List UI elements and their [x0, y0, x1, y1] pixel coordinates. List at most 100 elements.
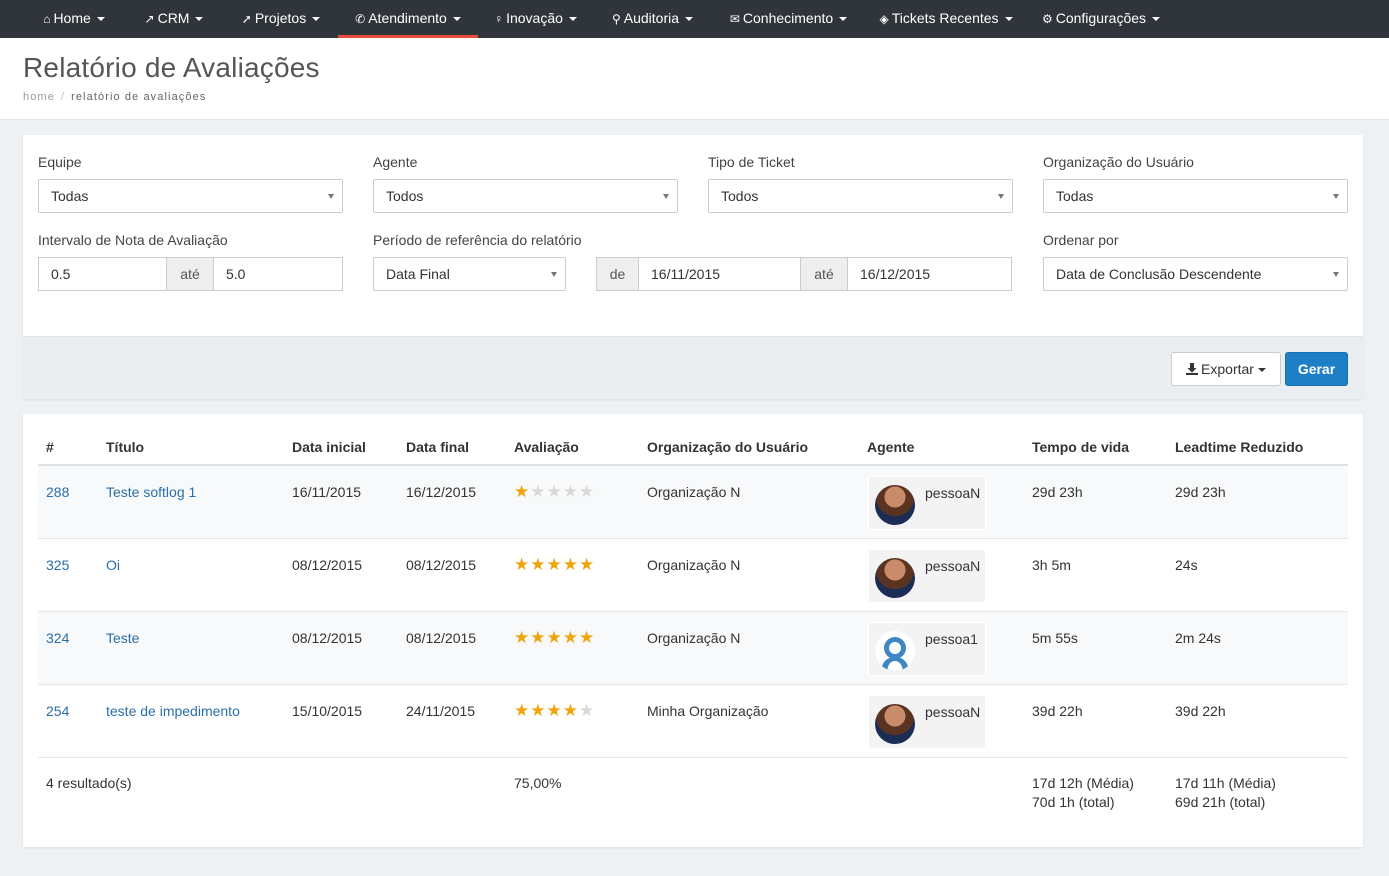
star-icon: ★	[530, 701, 547, 720]
star-icon: ★	[579, 628, 596, 647]
nav-item-tickets-recentes[interactable]: ◈ Tickets Recentes	[874, 0, 1018, 38]
summary-leadtime-total: 69d 21h (total)	[1175, 794, 1266, 810]
comments-icon: ✉	[729, 12, 740, 26]
column-header-data-inicial[interactable]: Data inicial	[292, 439, 366, 455]
agent-name: pessoaN	[925, 485, 981, 501]
ticket-title-link[interactable]: Teste softlog 1	[106, 484, 196, 500]
data-ate-input[interactable]: 16/12/2015	[847, 257, 1012, 291]
nota-max-input[interactable]: 5.0	[213, 257, 343, 291]
default-user-icon	[875, 631, 915, 671]
end-date: 16/12/2015	[406, 484, 477, 500]
agent-name: pessoaN	[925, 704, 981, 720]
summary-lifetime-avg: 17d 12h (Média)	[1032, 775, 1134, 791]
nav-item-conhecimento[interactable]: ✉ Conhecimento	[722, 0, 855, 38]
ordenar-select[interactable]: Data de Conclusão Descendente	[1043, 257, 1348, 291]
rating-stars: ★★★★★	[514, 555, 595, 574]
nav-item-label: CRM	[157, 10, 190, 26]
search-icon: ⚲	[611, 12, 621, 26]
equipe-select[interactable]: Todas	[38, 179, 343, 213]
tipo-ticket-select-value: Todos	[721, 188, 759, 204]
nav-item-label: Atendimento	[368, 10, 447, 26]
caret-down-icon	[685, 17, 694, 22]
nav-item-projetos[interactable]: ➚ Projetos	[232, 0, 330, 38]
star-icon: ★	[562, 555, 579, 574]
caret-down-icon	[312, 17, 321, 22]
rating-stars: ★★★★★	[514, 482, 595, 501]
summary-lifetime-total: 70d 1h (total)	[1032, 794, 1115, 810]
nav-item-label: Tickets Recentes	[891, 10, 999, 26]
agente-select[interactable]: Todos	[373, 179, 678, 213]
star-icon: ★	[514, 482, 531, 501]
ticket-title-link[interactable]: Oi	[106, 557, 120, 573]
leadtime-reduzido: 24s	[1175, 557, 1198, 573]
column-header-agente[interactable]: Agente	[867, 439, 914, 455]
data-ate-addon: até	[800, 257, 848, 291]
gear-icon: ⚙	[1041, 12, 1053, 26]
nav-item-home[interactable]: ⌂ Home	[30, 0, 118, 38]
nav-item-inova-o[interactable]: ♀ Inovação	[487, 0, 584, 38]
avatar	[875, 485, 915, 525]
column-header-avaliacao[interactable]: Avaliação	[514, 439, 579, 455]
nav-item-crm[interactable]: ↗ CRM	[135, 0, 213, 38]
ticket-title-link[interactable]: Teste	[106, 630, 139, 646]
column-header-leadtime[interactable]: Leadtime Reduzido	[1175, 439, 1303, 455]
agent-card[interactable]: pessoa1	[868, 622, 986, 676]
organizacao-select[interactable]: Todas	[1043, 179, 1348, 213]
lightbulb-icon: ♀	[494, 12, 504, 26]
ticket-id-link[interactable]: 325	[46, 557, 69, 573]
rating-stars: ★★★★★	[514, 628, 596, 647]
agent-name: pessoaN	[925, 558, 981, 574]
leadtime-reduzido: 29d 23h	[1175, 484, 1226, 500]
column-header-organizacao[interactable]: Organização do Usuário	[647, 439, 808, 455]
summary-leadtime: 17d 11h (Média) 69d 21h (total)	[1175, 774, 1276, 812]
top-navbar: ⌂ Home ↗ CRM ➚ Projetos ✆ Atendimento ♀ Inovação ⚲…	[0, 0, 1389, 38]
results-table-panel: # Título Data inicial Data final Avaliação Or…	[23, 414, 1363, 847]
data-de-addon: de	[596, 257, 639, 291]
caret-down-icon	[1152, 17, 1161, 22]
export-button[interactable]: Exportar	[1171, 352, 1281, 386]
column-header-tempo-de-vida[interactable]: Tempo de vida	[1032, 439, 1129, 455]
tipo-ticket-select[interactable]: Todos	[708, 179, 1013, 213]
tags-icon: ◈	[879, 12, 889, 26]
agent-card[interactable]: pessoaN	[868, 549, 986, 603]
nav-item-auditoria[interactable]: ⚲ Auditoria	[601, 0, 704, 38]
ticket-title-link[interactable]: teste de impedimento	[106, 703, 240, 719]
agent-card[interactable]: pessoaN	[868, 476, 986, 530]
column-header-id[interactable]: #	[46, 439, 54, 455]
breadcrumb-separator: /	[60, 91, 66, 103]
nav-item-label: Configurações	[1055, 10, 1147, 26]
agent-card[interactable]: pessoaN	[868, 695, 986, 749]
summary-count: 4 resultado(s)	[46, 775, 132, 791]
lifetime: 3h 5m	[1032, 557, 1071, 573]
nav-item-configura-es[interactable]: ⚙ Configurações	[1036, 0, 1166, 38]
nav-item-atendimento[interactable]: ✆ Atendimento	[338, 0, 478, 38]
lifetime: 5m 55s	[1032, 630, 1078, 646]
gerar-button[interactable]: Gerar	[1285, 352, 1348, 386]
column-header-data-final[interactable]: Data final	[406, 439, 469, 455]
periodo-select-value: Data Final	[386, 266, 450, 282]
ticket-id-link[interactable]: 324	[46, 630, 69, 646]
data-de-input[interactable]: 16/11/2015	[638, 257, 801, 291]
rating-stars: ★★★★★	[514, 701, 595, 720]
nav-item-label: Inovação	[506, 10, 563, 26]
user-organization: Minha Organização	[647, 703, 769, 719]
periodo-select[interactable]: Data Final	[373, 257, 566, 291]
star-icon: ★	[562, 628, 579, 647]
agente-select-value: Todos	[386, 188, 424, 204]
ticket-id-link[interactable]: 254	[46, 703, 69, 719]
ticket-id-link[interactable]: 288	[46, 484, 69, 500]
filter-panel: Equipe Todas Agente Todos Tipo de Ticket…	[23, 135, 1363, 399]
table-row: 325 Oi 08/12/2015 08/12/2015 ★★★★★ Organizaçã…	[38, 539, 1348, 612]
column-header-titulo[interactable]: Título	[106, 439, 144, 455]
star-icon: ★	[514, 628, 531, 647]
export-button-label: Exportar	[1201, 361, 1254, 377]
breadcrumb-home-link[interactable]: home	[23, 91, 55, 103]
nota-min-input[interactable]: 0.5	[38, 257, 167, 291]
start-date: 08/12/2015	[292, 630, 363, 646]
leadtime-reduzido: 2m 24s	[1175, 630, 1221, 646]
page-title: Relatório de Avaliações	[23, 52, 320, 83]
avatar	[875, 704, 915, 744]
user-organization: Organização N	[647, 557, 741, 573]
avatar	[875, 631, 915, 671]
table-summary-row: 4 resultado(s) 75,00% 17d 12h (Média) 70…	[38, 757, 1348, 837]
